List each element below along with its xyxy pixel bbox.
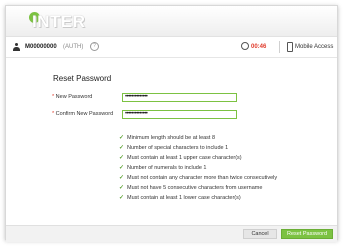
confirm-password-label: * Confirm New Password: [52, 111, 113, 117]
cancel-button[interactable]: Cancel: [243, 229, 277, 239]
session-timer: 00:46: [251, 44, 267, 50]
divider: [279, 41, 280, 53]
required-marker: *: [52, 94, 55, 100]
mobile-phone-icon[interactable]: [287, 42, 293, 52]
app-logo: INTER: [32, 12, 86, 31]
check-icon: ✓: [119, 165, 125, 171]
rule-item: ✓ Must contain at least 1 lower case char…: [119, 193, 277, 203]
user-icon: [13, 43, 20, 51]
check-icon: ✓: [119, 155, 125, 161]
check-icon: ✓: [119, 185, 125, 191]
mobile-access-link[interactable]: Mobile Access: [295, 44, 333, 50]
rule-text: Must contain at least 1 upper case chara…: [127, 155, 242, 161]
reset-password-window: INTER M00000000 (AUTH) ? 00:46 Mobile Ac…: [5, 5, 338, 242]
user-bar: M00000000 (AUTH) ? 00:46 Mobile Access: [6, 37, 337, 58]
check-icon: ✓: [119, 195, 125, 201]
rule-text: Must contain at least 1 lower case chara…: [127, 195, 241, 201]
password-rules-list: ✓ Minimum length should be at least 8 ✓ Nu…: [119, 133, 277, 203]
rule-text: Must not contain any character more than…: [127, 175, 278, 181]
confirm-password-label-text: Confirm New Password: [55, 111, 114, 117]
footer-bar: Cancel Reset Password: [6, 225, 337, 242]
rule-text: Number of numerals to include 1: [127, 165, 207, 171]
rule-item: ✓ Number of special characters to include…: [119, 143, 277, 153]
rule-item: ✓ Must contain at least 1 upper case char…: [119, 153, 277, 163]
rule-text: Number of special characters to include …: [127, 145, 229, 151]
required-marker: *: [52, 111, 55, 117]
check-icon: ✓: [119, 175, 125, 181]
rule-text: Minimum length should be at least 8: [127, 135, 216, 141]
check-icon: ✓: [119, 145, 125, 151]
page-title: Reset Password: [53, 74, 112, 83]
rule-item: ✓ Minimum length should be at least 8: [119, 133, 277, 143]
reset-password-button[interactable]: Reset Password: [281, 229, 333, 239]
user-id: M00000000: [25, 44, 57, 50]
help-icon[interactable]: ?: [90, 42, 99, 51]
rule-text: Must not have 5 consecutive characters f…: [127, 185, 263, 191]
new-password-input[interactable]: ••••••••••••••: [122, 93, 237, 102]
rule-item: ✓ Number of numerals to include 1: [119, 163, 277, 173]
check-icon: ✓: [119, 135, 125, 141]
clock-icon: [241, 42, 249, 50]
confirm-password-input[interactable]: ••••••••••••••: [122, 110, 237, 119]
new-password-label: * New Password: [52, 94, 92, 100]
rule-item: ✓ Must not have 5 consecutive characters …: [119, 183, 277, 193]
auth-label: (AUTH): [63, 44, 84, 50]
new-password-label-text: New Password: [55, 94, 93, 100]
app-header: INTER: [6, 6, 337, 37]
rule-item: ✓ Must not contain any character more tha…: [119, 173, 277, 183]
